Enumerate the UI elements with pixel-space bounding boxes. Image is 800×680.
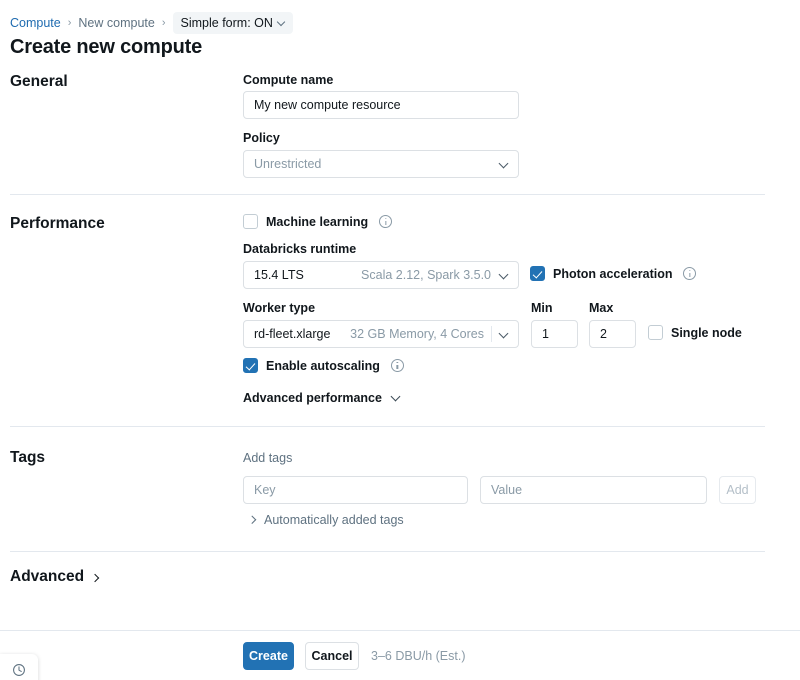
- section-heading-advanced[interactable]: Advanced: [10, 568, 101, 586]
- machine-learning-label: Machine learning: [266, 215, 368, 229]
- breadcrumb-link-compute[interactable]: Compute: [10, 15, 61, 31]
- advanced-heading-label: Advanced: [10, 568, 84, 586]
- single-node-label: Single node: [671, 326, 742, 340]
- databricks-runtime-value: 15.4 LTS: [254, 268, 304, 282]
- single-node-checkbox-row[interactable]: Single node: [648, 325, 742, 340]
- databricks-runtime-label: Databricks runtime: [243, 242, 356, 256]
- worker-type-select[interactable]: rd-fleet.xlarge 32 GB Memory, 4 Cores: [243, 320, 519, 348]
- create-button[interactable]: Create: [243, 642, 294, 670]
- simple-form-toggle-chip[interactable]: Simple form: ON: [173, 12, 293, 34]
- section-heading-tags: Tags: [10, 449, 45, 467]
- single-node-checkbox[interactable]: [648, 325, 663, 340]
- breadcrumb-current-new-compute: New compute: [78, 15, 154, 31]
- photon-acceleration-label: Photon acceleration: [553, 267, 672, 281]
- select-divider: [491, 326, 492, 342]
- policy-label: Policy: [243, 131, 280, 145]
- chevron-down-icon: [499, 329, 510, 340]
- divider-general: [10, 194, 765, 195]
- create-compute-page: Compute › New compute › Simple form: ON …: [0, 0, 800, 680]
- section-heading-performance: Performance: [10, 215, 105, 233]
- info-icon[interactable]: [379, 215, 392, 228]
- chevron-down-icon: [391, 393, 402, 404]
- history-clock-button[interactable]: [0, 654, 38, 680]
- info-icon[interactable]: [683, 267, 696, 280]
- photon-acceleration-checkbox-row[interactable]: Photon acceleration: [530, 266, 696, 281]
- machine-learning-checkbox-row[interactable]: Machine learning: [243, 214, 392, 229]
- machine-learning-checkbox[interactable]: [243, 214, 258, 229]
- breadcrumb-separator-2: ›: [162, 15, 166, 31]
- worker-type-meta: 32 GB Memory, 4 Cores: [350, 327, 484, 341]
- photon-acceleration-checkbox[interactable]: [530, 266, 545, 281]
- min-workers-label: Min: [531, 301, 553, 315]
- cancel-button[interactable]: Cancel: [305, 642, 359, 670]
- add-tag-button[interactable]: Add: [719, 476, 756, 504]
- add-tags-label: Add tags: [243, 451, 292, 465]
- divider-performance: [10, 426, 765, 427]
- simple-form-toggle-label: Simple form: ON: [181, 15, 273, 31]
- max-workers-input[interactable]: [589, 320, 636, 348]
- chevron-down-icon: [499, 270, 510, 281]
- advanced-performance-label: Advanced performance: [243, 391, 382, 405]
- chevron-down-icon: [499, 159, 510, 170]
- enable-autoscaling-checkbox[interactable]: [243, 358, 258, 373]
- tag-value-input[interactable]: [480, 476, 707, 504]
- page-title: Create new compute: [10, 36, 202, 59]
- clock-icon: [12, 663, 26, 677]
- databricks-runtime-meta: Scala 2.12, Spark 3.5.0: [361, 268, 491, 282]
- divider-tags: [10, 551, 765, 552]
- chevron-right-icon: [249, 516, 257, 525]
- automatically-added-tags-disclosure[interactable]: Automatically added tags: [249, 513, 404, 527]
- chevron-down-icon: [278, 19, 286, 27]
- info-icon[interactable]: [391, 359, 404, 372]
- advanced-performance-disclosure[interactable]: Advanced performance: [243, 391, 402, 405]
- max-workers-label: Max: [589, 301, 613, 315]
- enable-autoscaling-checkbox-row[interactable]: Enable autoscaling: [243, 358, 404, 373]
- divider-footer: [0, 630, 800, 631]
- worker-type-value: rd-fleet.xlarge: [254, 327, 330, 341]
- enable-autoscaling-label: Enable autoscaling: [266, 359, 380, 373]
- tag-key-input[interactable]: [243, 476, 468, 504]
- breadcrumb-separator-1: ›: [68, 15, 72, 31]
- chevron-right-icon: [92, 574, 101, 583]
- databricks-runtime-select[interactable]: 15.4 LTS Scala 2.12, Spark 3.5.0: [243, 261, 519, 289]
- worker-type-label: Worker type: [243, 301, 315, 315]
- breadcrumb: Compute › New compute › Simple form: ON: [10, 12, 293, 34]
- dbu-estimate-note: 3–6 DBU/h (Est.): [371, 649, 465, 663]
- compute-name-label: Compute name: [243, 73, 333, 87]
- min-workers-input[interactable]: [531, 320, 578, 348]
- compute-name-input[interactable]: [243, 91, 519, 119]
- automatically-added-tags-label: Automatically added tags: [264, 513, 404, 527]
- section-heading-general: General: [10, 73, 68, 91]
- policy-select[interactable]: Unrestricted: [243, 150, 519, 178]
- policy-select-value: Unrestricted: [254, 157, 321, 171]
